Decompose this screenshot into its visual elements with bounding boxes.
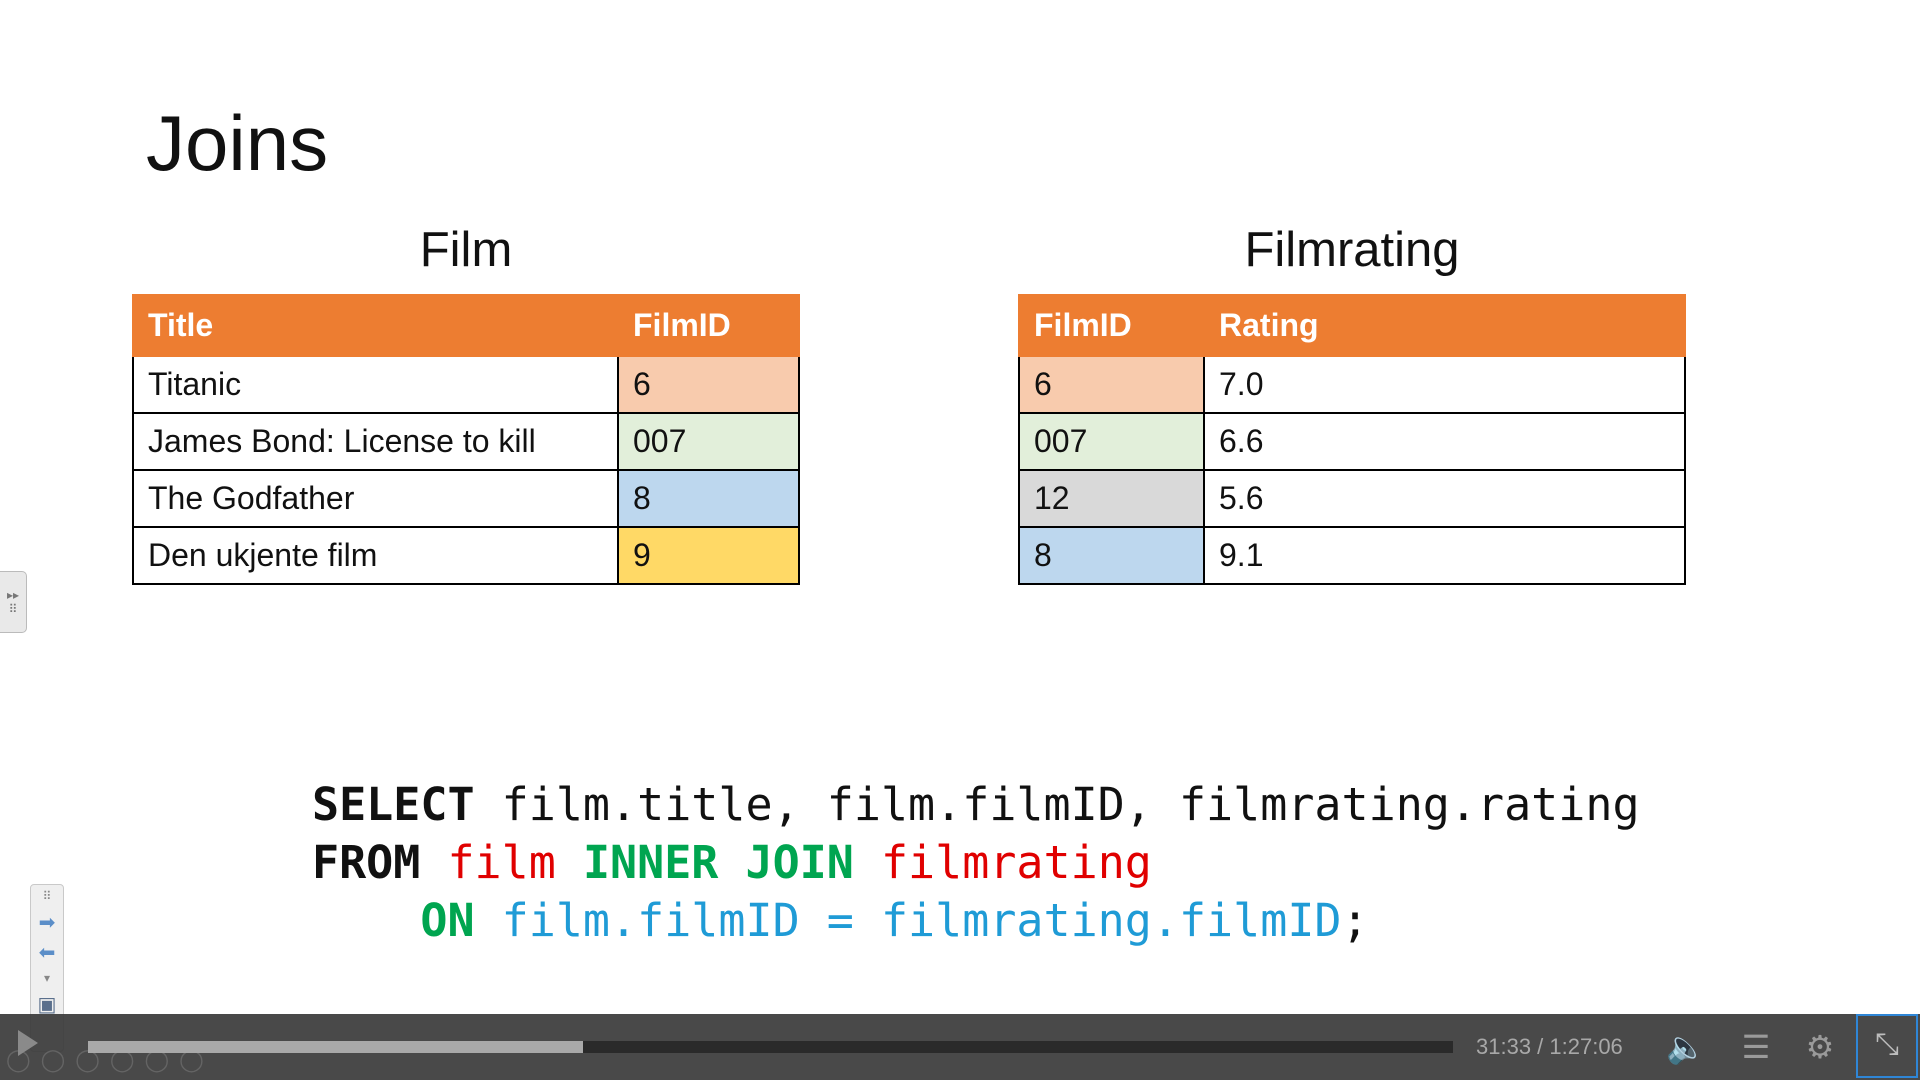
sql-table-filmrating: filmrating [880, 836, 1152, 889]
film-title-cell: The Godfather [132, 469, 619, 528]
table-row: 12 5.6 [1018, 469, 1686, 528]
rating-value-cell: 6.6 [1203, 412, 1686, 471]
screen-icon[interactable]: ▣ [38, 993, 57, 1015]
header-filmid: FilmID [1018, 294, 1205, 357]
table-row: Den ukjente film 9 [132, 526, 800, 585]
film-table-caption: Film [419, 223, 513, 277]
rating-filmid-cell: 007 [1018, 412, 1205, 471]
progress-fill [88, 1041, 584, 1053]
sql-table-film: film [447, 836, 556, 889]
table-row: James Bond: License to kill 007 [132, 412, 800, 471]
rating-filmid-cell: 12 [1018, 469, 1205, 528]
table-row: The Godfather 8 [132, 469, 800, 528]
film-title-cell: Den ukjente film [132, 526, 619, 585]
expand-arrows-icon: ▸▸ [6, 588, 20, 602]
rating-value-cell: 5.6 [1203, 469, 1686, 528]
rating-table: FilmID Rating 6 7.0 007 6.6 12 5.6 8 9.1 [1018, 294, 1686, 585]
sql-on-keyword: ON [420, 894, 475, 947]
rating-filmid-cell: 6 [1018, 355, 1205, 414]
settings-gear-icon[interactable]: ⚙ [1798, 1027, 1842, 1067]
grip-dots-icon: ⠿ [8, 602, 18, 616]
timecode: 31:33 / 1:27:06 [1476, 1034, 1623, 1059]
film-table-header: Title FilmID [132, 294, 800, 357]
rating-value-cell: 7.0 [1203, 355, 1686, 414]
progress-bar[interactable] [88, 1041, 1453, 1053]
table-row: 6 7.0 [1018, 355, 1686, 414]
sql-join-condition: film.filmID = filmrating.filmID [501, 894, 1342, 947]
film-id-cell: 9 [617, 526, 800, 585]
slide-title: Joins [146, 99, 329, 187]
table-row: Titanic 6 [132, 355, 800, 414]
sql-semicolon: ; [1341, 894, 1369, 947]
slide-menu-icon[interactable]: ▾ [44, 971, 50, 985]
grip-dots-icon: ⠿ [42, 889, 52, 903]
film-table: Title FilmID Titanic 6 James Bond: License… [132, 294, 800, 585]
play-icon[interactable] [18, 1030, 38, 1056]
sql-code: SELECT film.title, film.filmID, filmrati… [312, 776, 1640, 950]
film-id-cell: 8 [617, 469, 800, 528]
previous-arrow-icon[interactable]: ⬅ [39, 941, 56, 963]
sql-select-keyword: SELECT [312, 778, 475, 831]
film-title-cell: James Bond: License to kill [132, 412, 619, 471]
next-arrow-icon[interactable]: ➡ [39, 911, 56, 933]
exit-fullscreen-button[interactable]: ⤡ [1856, 1014, 1918, 1078]
header-filmid: FilmID [617, 294, 800, 357]
film-id-cell: 6 [617, 355, 800, 414]
table-row: 007 6.6 [1018, 412, 1686, 471]
rating-table-header: FilmID Rating [1018, 294, 1686, 357]
rating-filmid-cell: 8 [1018, 526, 1205, 585]
rating-value-cell: 9.1 [1203, 526, 1686, 585]
sql-select-columns: film.title, film.filmID, filmrating.rati… [474, 778, 1640, 831]
sql-indent [312, 894, 420, 947]
volume-icon[interactable]: 🔈 [1664, 1027, 1708, 1067]
table-row: 8 9.1 [1018, 526, 1686, 585]
header-rating: Rating [1203, 294, 1686, 357]
rating-table-caption: Filmrating [1244, 223, 1460, 277]
film-title-cell: Titanic [132, 355, 619, 414]
header-title: Title [132, 294, 619, 357]
sql-inner-join-keyword: INNER JOIN [582, 836, 854, 889]
chapters-list-icon[interactable]: ☰ [1734, 1027, 1778, 1067]
side-panel-handle[interactable]: ▸▸ ⠿ [0, 571, 27, 633]
film-id-cell: 007 [617, 412, 800, 471]
exit-fullscreen-icon: ⤡ [1875, 1027, 1899, 1062]
sql-from-keyword: FROM [312, 836, 421, 889]
